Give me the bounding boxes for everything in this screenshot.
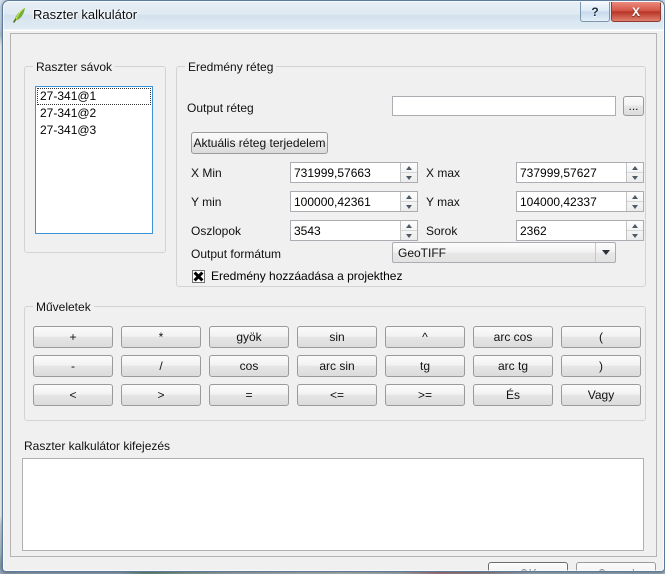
op-button-multiply[interactable]: * [121,326,201,348]
close-button[interactable]: X [611,2,661,22]
op-button-minus[interactable]: - [33,355,113,377]
output-layer-input[interactable] [392,96,616,116]
op-button-arcsin[interactable]: arc sin [297,355,377,377]
window-title: Raszter kalkulátor [33,7,138,22]
result-layer-group-title: Eredmény réteg [185,60,277,74]
y-max-spinbox[interactable] [516,191,644,212]
spin-down-icon[interactable] [401,201,417,211]
spin-down-icon[interactable] [627,172,643,182]
output-format-combobox[interactable]: GeoTIFF [392,242,616,263]
columns-label: Oszlopok [191,224,242,238]
output-layer-label: Output réteg [187,101,254,115]
x-min-spinbox[interactable] [290,162,418,183]
y-max-label: Y max [426,195,460,209]
op-button-less-than[interactable]: < [33,384,113,406]
window-controls: ? X [580,2,661,22]
browse-output-button[interactable]: ... [623,96,644,116]
operations-group-title: Műveletek [33,300,94,314]
add-result-checkbox[interactable] [192,269,205,283]
op-button-tan[interactable]: tg [385,355,465,377]
ok-button[interactable]: OK [488,562,568,571]
expression-label: Raszter kalkulátor kifejezés [24,439,171,453]
spin-down-icon[interactable] [401,230,417,240]
op-button-and[interactable]: És [473,384,553,406]
y-min-spin-buttons[interactable] [400,192,417,211]
x-max-spin-buttons[interactable] [626,163,643,182]
op-button-greater-equal[interactable]: >= [385,384,465,406]
op-button-less-equal[interactable]: <= [297,384,377,406]
x-min-input[interactable] [291,163,400,182]
op-button-sin[interactable]: sin [297,326,377,348]
columns-spinbox[interactable] [290,220,418,241]
columns-spin-buttons[interactable] [400,221,417,240]
check-x-icon [193,271,204,282]
op-button-divide[interactable]: / [121,355,201,377]
add-result-to-project-row[interactable]: Eredmény hozzáadása a projekthez [192,269,402,283]
spin-up-icon[interactable] [627,192,643,201]
op-button-power[interactable]: ^ [385,326,465,348]
spin-down-icon[interactable] [627,230,643,240]
x-max-input[interactable] [517,163,626,182]
op-button-open-paren[interactable]: ( [561,326,641,348]
spin-up-icon[interactable] [627,221,643,230]
title-bar: Raszter kalkulátor ? X [3,1,664,30]
spin-up-icon[interactable] [401,192,417,201]
qgis-leaf-icon [12,8,25,23]
rows-input[interactable] [517,221,626,240]
x-min-spin-buttons[interactable] [400,163,417,182]
op-button-cos[interactable]: cos [209,355,289,377]
op-button-plus[interactable]: + [33,326,113,348]
spin-up-icon[interactable] [627,163,643,172]
rows-spin-buttons[interactable] [626,221,643,240]
list-item[interactable]: 27-341@2 [37,105,151,122]
cancel-button[interactable]: Cancel [576,562,656,571]
add-result-label: Eredmény hozzáadása a projekthez [211,269,403,283]
op-button-close-paren[interactable]: ) [561,355,641,377]
spin-up-icon[interactable] [401,163,417,172]
output-format-value: GeoTIFF [398,245,447,260]
raster-bands-group-title: Raszter sávok [33,60,116,74]
help-button[interactable]: ? [580,2,610,22]
spin-down-icon[interactable] [401,172,417,182]
x-max-label: X max [426,166,461,180]
current-layer-extent-button[interactable]: Aktuális réteg terjedelem [191,132,328,154]
chevron-down-icon[interactable] [595,243,615,262]
op-button-arccos[interactable]: arc cos [473,326,553,348]
dialog-content: Raszter sávok 27-341@1 27-341@2 27-341@3… [3,30,664,571]
x-min-label: X Min [191,166,222,180]
columns-input[interactable] [291,221,400,240]
list-item[interactable]: 27-341@1 [37,88,151,105]
output-format-label: Output formátum [191,247,282,261]
y-min-spinbox[interactable] [290,191,418,212]
y-max-spin-buttons[interactable] [626,192,643,211]
rows-spinbox[interactable] [516,220,644,241]
spin-up-icon[interactable] [401,221,417,230]
op-button-or[interactable]: Vagy [561,384,641,406]
y-min-label: Y min [191,195,222,209]
list-item[interactable]: 27-341@3 [37,122,151,139]
y-min-input[interactable] [291,192,400,211]
dialog-client-area: Raszter sávok 27-341@1 27-341@2 27-341@3… [10,33,657,557]
op-button-equals[interactable]: = [209,384,289,406]
raster-bands-list[interactable]: 27-341@1 27-341@2 27-341@3 [35,86,153,234]
op-button-greater-than[interactable]: > [121,384,201,406]
op-button-sqrt[interactable]: gyök [209,326,289,348]
rows-label: Sorok [426,224,458,238]
spin-down-icon[interactable] [627,201,643,211]
raster-calculator-dialog: Raszter kalkulátor ? X Raszter sávok 27-… [2,0,665,572]
op-button-arctan[interactable]: arc tg [473,355,553,377]
x-max-spinbox[interactable] [516,162,644,183]
expression-textarea[interactable] [22,458,644,551]
y-max-input[interactable] [517,192,626,211]
